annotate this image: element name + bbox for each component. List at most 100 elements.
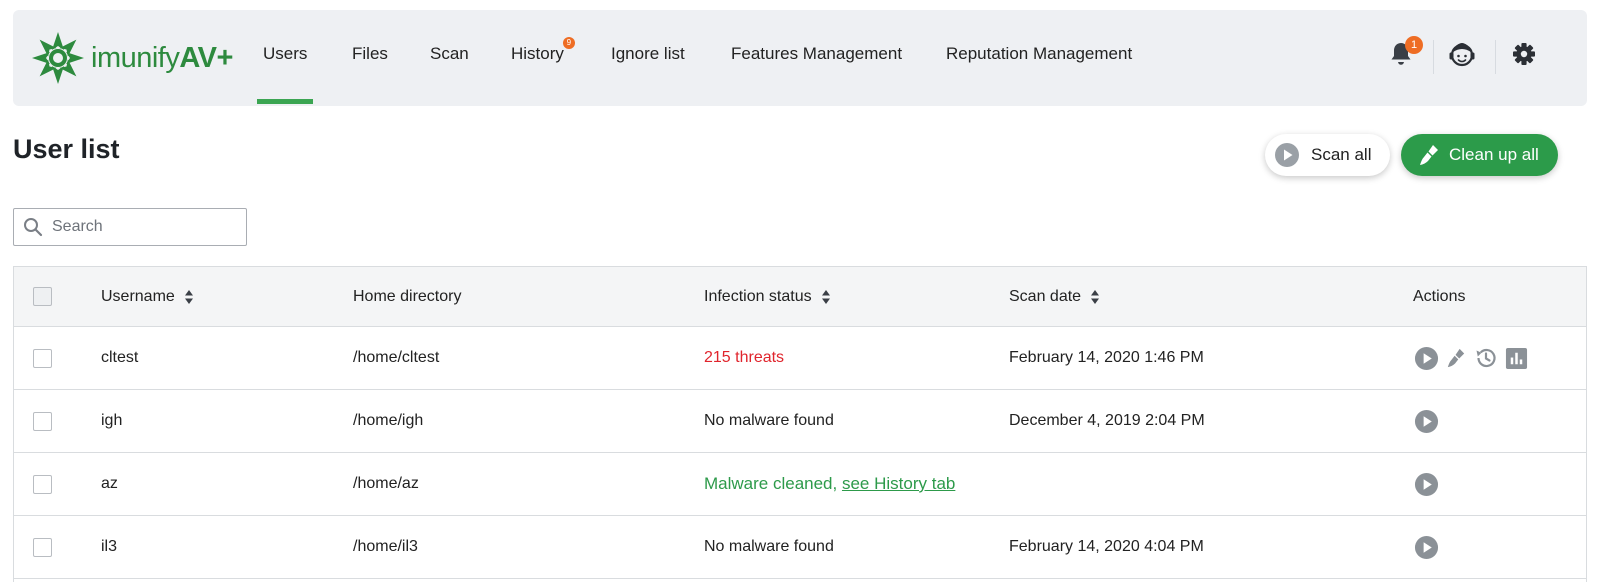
search-field[interactable]	[13, 208, 247, 246]
row-select-cell	[33, 390, 52, 452]
infection-status-cell: No malware found	[704, 412, 834, 429]
column-label: Actions	[1413, 287, 1466, 305]
gear-icon	[1513, 43, 1535, 65]
brand-name-text: imunify	[91, 41, 180, 74]
table-row[interactable]: igh /home/igh No malware found December …	[14, 390, 1586, 453]
tab-features-management-label: Features Management	[731, 44, 903, 63]
column-header-username[interactable]: Username	[101, 267, 194, 326]
see-history-link[interactable]: see History tab	[842, 474, 955, 494]
search-input[interactable]	[52, 218, 232, 236]
tab-users[interactable]: Users	[256, 10, 314, 106]
divider	[1495, 40, 1496, 74]
cleanup-user-button[interactable]	[1443, 345, 1469, 371]
row-select-cell	[33, 516, 52, 578]
row-select-cell	[33, 453, 52, 515]
infection-status-cell[interactable]: 215 threats	[704, 327, 784, 389]
history-icon	[1476, 348, 1496, 368]
column-header-infection-status[interactable]: Infection status	[704, 267, 831, 326]
report-icon	[1505, 347, 1527, 369]
actions-cell	[1413, 327, 1533, 389]
broom-icon	[1447, 348, 1465, 368]
history-count-badge: 9	[562, 37, 575, 49]
scan-all-label: Scan all	[1311, 145, 1372, 164]
column-header-actions: Actions	[1413, 267, 1465, 326]
table-header: Username Home directory Infection status…	[14, 267, 1586, 327]
sort-icon	[821, 289, 830, 304]
sort-icon	[184, 289, 193, 304]
scan-user-button[interactable]	[1413, 534, 1439, 560]
scan-date-cell: February 14, 2020 1:46 PM	[1009, 349, 1204, 366]
play-icon	[1414, 472, 1438, 496]
broom-icon	[1420, 145, 1438, 165]
scan-user-button[interactable]	[1413, 408, 1439, 434]
tab-ignore-list-label: Ignore list	[611, 44, 685, 63]
user-report-button[interactable]	[1503, 345, 1529, 371]
scan-date-cell: December 4, 2019 2:04 PM	[1009, 412, 1205, 429]
tab-reputation-management[interactable]: Reputation Management	[946, 10, 1132, 106]
tab-scan-label: Scan	[430, 44, 469, 63]
user-history-button[interactable]	[1473, 345, 1499, 371]
row-checkbox[interactable]	[33, 411, 52, 431]
tab-history[interactable]: History 9	[511, 10, 575, 106]
tab-reputation-management-label: Reputation Management	[946, 44, 1133, 63]
brand-suffix-text: AV+	[179, 41, 233, 74]
username-cell: il3	[101, 538, 118, 555]
page-title: User list	[13, 134, 120, 164]
user-table: Username Home directory Infection status…	[13, 266, 1587, 582]
infection-status-cell: Malware cleaned, see History tab	[704, 453, 955, 515]
table-row[interactable]: il3 /home/il3 No malware found February …	[14, 516, 1586, 579]
table-row[interactable]: az /home/az Malware cleaned, see History…	[14, 453, 1586, 516]
scan-date-cell: February 14, 2020 4:04 PM	[1009, 538, 1204, 555]
tab-history-label: History	[511, 44, 564, 63]
tab-scan[interactable]: Scan	[430, 10, 469, 106]
scan-all-button[interactable]: Scan all	[1265, 134, 1390, 176]
brand-name: imunifyAV+	[91, 42, 233, 75]
select-all-cell	[33, 267, 52, 326]
clean-up-all-button[interactable]: Clean up all	[1401, 134, 1558, 176]
top-navigation-bar: imunifyAV+ Users Files Scan History 9 Ign…	[13, 10, 1587, 106]
column-header-home-directory: Home directory	[353, 267, 461, 326]
username-cell: igh	[101, 412, 123, 429]
username-cell: az	[101, 475, 118, 492]
clean-up-all-label: Clean up all	[1449, 145, 1539, 164]
support-agent-icon	[1449, 43, 1475, 67]
support-button[interactable]	[1444, 36, 1480, 72]
tab-files-label: Files	[352, 44, 388, 63]
play-icon	[1414, 346, 1438, 370]
sort-icon	[1091, 289, 1100, 304]
notifications-count-badge: 1	[1405, 36, 1423, 54]
row-select-cell	[33, 327, 52, 389]
imunify-logo[interactable]: imunifyAV+	[30, 30, 250, 86]
divider	[1433, 40, 1434, 74]
actions-cell	[1413, 453, 1443, 515]
tab-features-management[interactable]: Features Management	[731, 10, 902, 106]
table-row[interactable]: cltest /home/cltest 215 threats February…	[14, 327, 1586, 390]
row-checkbox[interactable]	[33, 537, 52, 557]
actions-cell	[1413, 516, 1443, 578]
status-text: Malware cleaned,	[704, 474, 842, 493]
scan-user-button[interactable]	[1413, 345, 1439, 371]
settings-button[interactable]	[1506, 36, 1542, 72]
tab-users-label: Users	[263, 44, 308, 63]
tab-files[interactable]: Files	[352, 10, 388, 106]
home-directory-cell: /home/il3	[353, 538, 418, 555]
tab-ignore-list[interactable]: Ignore list	[611, 10, 685, 106]
row-checkbox[interactable]	[33, 348, 52, 368]
play-icon	[1414, 409, 1438, 433]
home-directory-cell: /home/cltest	[353, 349, 440, 366]
scan-user-button[interactable]	[1413, 471, 1439, 497]
column-label: Scan date	[1009, 287, 1082, 305]
row-checkbox[interactable]	[33, 474, 52, 494]
home-directory-cell: /home/az	[353, 475, 419, 492]
column-label: Username	[101, 287, 175, 305]
username-cell: cltest	[101, 349, 139, 366]
select-all-checkbox[interactable]	[33, 287, 52, 306]
infection-status-cell: No malware found	[704, 538, 834, 555]
play-icon	[1414, 535, 1438, 559]
notifications-button[interactable]: 1	[1383, 36, 1423, 72]
column-label: Home directory	[353, 287, 462, 305]
home-directory-cell: /home/igh	[353, 412, 424, 429]
play-icon	[1275, 143, 1299, 167]
search-icon	[24, 218, 43, 237]
column-header-scan-date[interactable]: Scan date	[1009, 267, 1100, 326]
